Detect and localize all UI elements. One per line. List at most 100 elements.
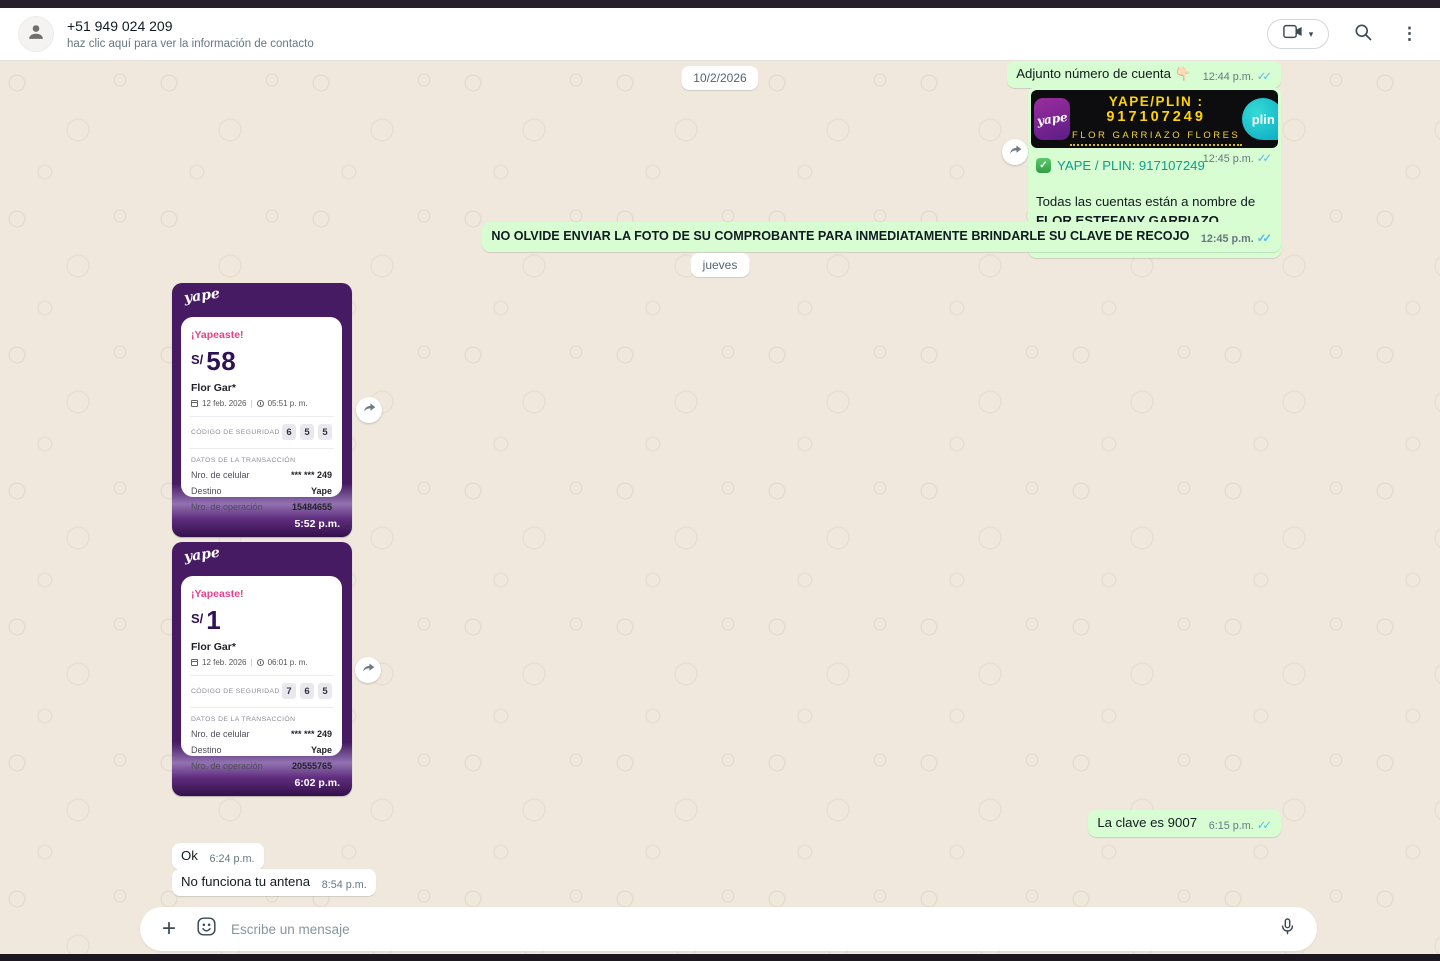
video-camera-icon <box>1283 24 1303 44</box>
emoji-button[interactable] <box>190 916 223 942</box>
transaction-data-label: DATOS DE LA TRANSACCIÓN <box>191 716 332 723</box>
security-code-row: CÓDIGO DE SEGURIDAD 7 6 5 <box>191 683 332 699</box>
receipt-title: ¡Yapeaste! <box>191 588 332 600</box>
banner-holder-name: FLOR GARRIAZO FLORES <box>1070 130 1242 146</box>
plin-logo-text: plin <box>1252 110 1275 129</box>
divider <box>189 416 334 417</box>
yape-receipt-1[interactable]: yape ¡Yapeaste! S/58 Flor Gar* 12 feb. 2… <box>172 283 352 537</box>
yape-app-icon: yape <box>1034 98 1070 140</box>
transaction-row: Nro. de operación 20555765 <box>191 761 332 771</box>
search-icon <box>1353 22 1373 47</box>
message-outgoing-adjunto[interactable]: Adjunto número de cuenta 👇🏻 12:44 p.m.✓✓ <box>1007 61 1281 88</box>
yape-logo-text: yape <box>183 545 221 566</box>
message-text: La clave es 9007 <box>1097 815 1197 830</box>
message-incoming-ok[interactable]: Ok 6:24 p.m. <box>172 843 264 870</box>
transaction-row: Nro. de celular *** *** 249 <box>191 729 332 739</box>
amount: 1 <box>206 605 221 635</box>
message-composer: + <box>140 907 1317 951</box>
receipt-card: ¡Yapeaste! S/1 Flor Gar* 12 feb. 2026 | … <box>181 576 342 756</box>
menu-button[interactable]: ⋮ <box>1397 24 1422 44</box>
digit: 5 <box>300 424 314 440</box>
search-button[interactable] <box>1353 22 1373 47</box>
read-receipt-icon: ✓✓ <box>1257 820 1272 832</box>
row-label: Nro. de operación <box>191 502 263 512</box>
row-label: Destino <box>191 745 222 755</box>
read-receipt-icon: ✓✓ <box>1257 153 1272 165</box>
yape-logo-text: yape <box>183 286 221 307</box>
security-code-label: CÓDIGO DE SEGURIDAD <box>191 429 280 436</box>
forward-button[interactable] <box>356 397 382 423</box>
message-time: 6:02 p.m. <box>294 777 340 789</box>
receipt-amount: S/1 <box>191 605 332 636</box>
sticker-smiley-icon <box>196 916 217 942</box>
message-outgoing-no-olvide[interactable]: NO OLVIDE ENVIAR LA FOTO DE SU COMPROBAN… <box>482 222 1281 252</box>
message-input[interactable] <box>231 922 1266 937</box>
message-outgoing-la-clave[interactable]: La clave es 9007 6:15 p.m.✓✓ <box>1088 810 1281 837</box>
row-value: 20555765 <box>292 761 332 771</box>
message-text: Ok <box>181 848 198 863</box>
security-code-label: CÓDIGO DE SEGURIDAD <box>191 688 280 695</box>
row-value: *** *** 249 <box>291 470 332 480</box>
digit: 6 <box>282 424 296 440</box>
calendar-icon <box>191 400 198 407</box>
receipt-time: 06:01 p. m. <box>268 658 308 667</box>
message-text: Adjunto número de cuenta <box>1016 66 1171 81</box>
message-time: 12:45 p.m. <box>1201 233 1254 245</box>
divider <box>189 675 334 676</box>
point-down-emoji: 👇🏻 <box>1175 66 1191 81</box>
receipt-card: ¡Yapeaste! S/58 Flor Gar* 12 feb. 2026 |… <box>181 317 342 497</box>
receipt-time: 05:51 p. m. <box>268 399 308 408</box>
voice-message-button[interactable] <box>1274 916 1301 942</box>
message-time: 8:54 p.m. <box>322 876 367 895</box>
divider <box>189 707 334 708</box>
message-incoming-antena[interactable]: No funciona tu antena 8:54 p.m. <box>172 869 376 896</box>
message-text: No funciona tu antena <box>181 874 310 889</box>
contact-avatar[interactable] <box>18 16 54 52</box>
kebab-menu-icon: ⋮ <box>1401 24 1418 44</box>
video-call-button[interactable]: ▾ <box>1267 19 1329 49</box>
message-time: 5:52 p.m. <box>294 518 340 530</box>
clock-icon <box>257 659 264 666</box>
recipient-name: Flor Gar* <box>191 641 332 653</box>
row-value: Yape <box>311 486 332 496</box>
yape-plin-banner-image[interactable]: yape YAPE/PLIN : 917107249 FLOR GARRIAZO… <box>1031 90 1278 148</box>
transaction-row: Destino Yape <box>191 745 332 755</box>
contact-subtitle: haz clic aquí para ver la información de… <box>67 38 314 50</box>
attach-button[interactable]: + <box>156 917 182 941</box>
banner-number: 917107249 <box>1070 109 1242 126</box>
contact-info[interactable]: +51 949 024 209 haz clic aquí para ver l… <box>67 18 314 50</box>
amount: 58 <box>206 346 236 376</box>
check-mark-emoji: ✓ <box>1036 158 1051 173</box>
digit: 6 <box>300 683 314 699</box>
digit: 5 <box>318 683 332 699</box>
chat-header: +51 949 024 209 haz clic aquí para ver l… <box>0 8 1440 60</box>
banner-title: YAPE/PLIN : <box>1070 94 1242 110</box>
receipt-amount: S/58 <box>191 346 332 377</box>
yape-logo-text: yape <box>1035 107 1068 130</box>
row-value: Yape <box>311 745 332 755</box>
contact-name: +51 949 024 209 <box>67 18 314 34</box>
message-text: NO OLVIDE ENVIAR LA FOTO DE SU COMPROBAN… <box>491 229 1189 243</box>
plin-logo: plin <box>1242 98 1278 140</box>
forward-button[interactable] <box>355 657 381 683</box>
message-meta: 6:15 p.m.✓✓ <box>1209 817 1272 836</box>
microphone-icon <box>1278 916 1297 942</box>
separator: | <box>250 399 252 408</box>
forward-arrow-icon <box>362 400 377 420</box>
banner-text: YAPE/PLIN : 917107249 FLOR GARRIAZO FLOR… <box>1070 92 1242 146</box>
forward-arrow-icon <box>1008 142 1023 162</box>
row-value: *** *** 249 <box>291 729 332 739</box>
row-label: Nro. de celular <box>191 470 250 480</box>
read-receipt-icon: ✓✓ <box>1257 233 1272 245</box>
transaction-data-label: DATOS DE LA TRANSACCIÓN <box>191 457 332 464</box>
message-time: 12:44 p.m. <box>1203 71 1254 83</box>
read-receipt-icon: ✓✓ <box>1257 71 1272 83</box>
person-icon <box>25 21 47 48</box>
window-bottom-bar <box>0 954 1440 961</box>
clock-icon <box>257 400 264 407</box>
transaction-row: Nro. de celular *** *** 249 <box>191 470 332 480</box>
yape-receipt-2[interactable]: yape ¡Yapeaste! S/1 Flor Gar* 12 feb. 20… <box>172 542 352 796</box>
forward-button[interactable] <box>1002 139 1028 165</box>
message-time: 12:45 p.m. <box>1203 153 1254 165</box>
receipt-datetime: 12 feb. 2026 | 06:01 p. m. <box>191 658 332 667</box>
